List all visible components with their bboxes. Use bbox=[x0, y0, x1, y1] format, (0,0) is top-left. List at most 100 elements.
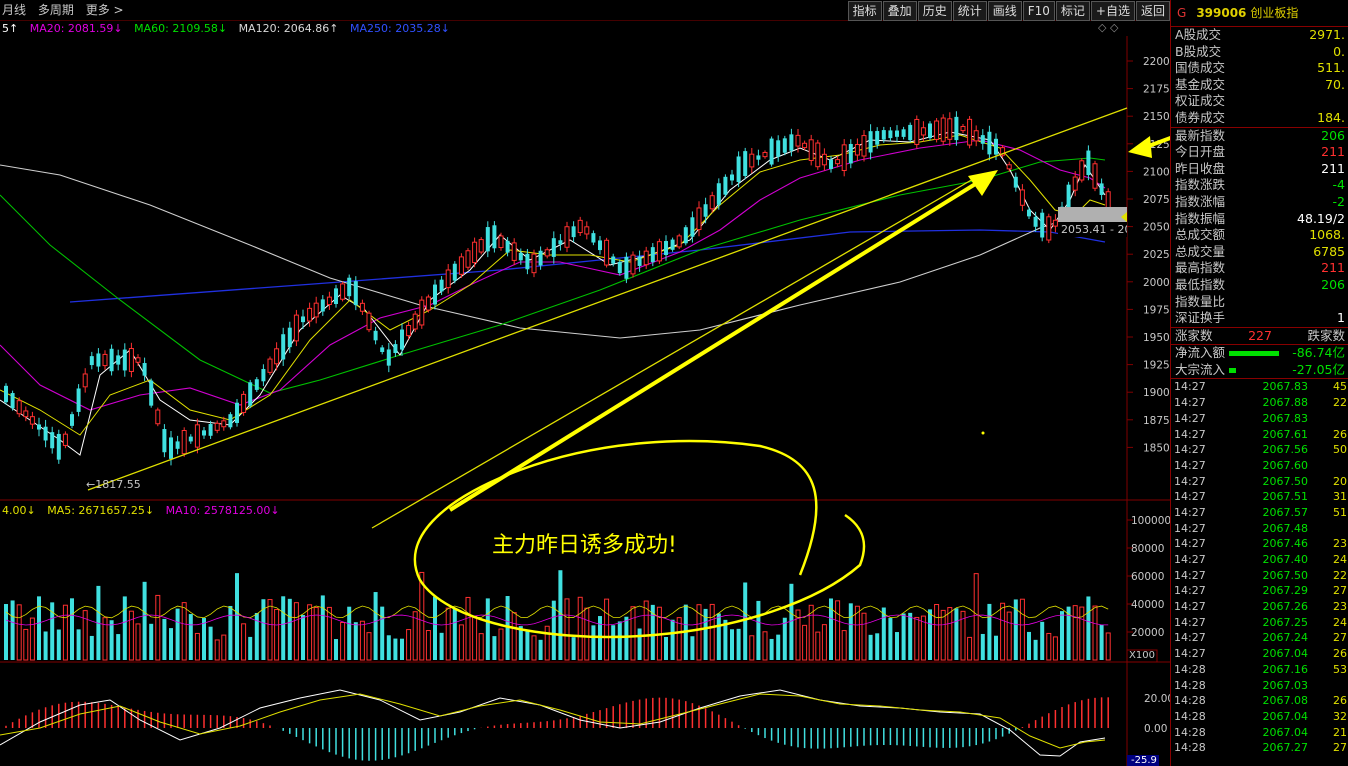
price-tick-label: 1850 bbox=[1143, 442, 1170, 454]
kline-chart[interactable]: 2200217521502125210020752050202520001975… bbox=[0, 20, 1170, 766]
tick-row: 14:27 2067.51 31 bbox=[1171, 489, 1348, 505]
stat-value: 1068. bbox=[1309, 227, 1345, 243]
quote-sidebar: G 399006 创业板指 A股成交 2971. B股成交 0. 国债成交 511. 基金成交 7… bbox=[1170, 0, 1348, 766]
overlay-button[interactable]: 叠加 bbox=[882, 1, 917, 21]
candle-body bbox=[980, 135, 985, 144]
volume-bar bbox=[611, 625, 616, 660]
candle-body bbox=[505, 240, 510, 253]
volume-bar bbox=[1040, 621, 1045, 660]
tick-price: 2067.51 bbox=[1262, 490, 1309, 504]
f10-button[interactable]: F10 bbox=[1022, 1, 1055, 21]
tick-price: 2067.04 bbox=[1262, 709, 1309, 723]
candle-body bbox=[914, 118, 920, 145]
candle-body bbox=[43, 426, 48, 441]
candle-body bbox=[254, 379, 259, 390]
volume-bar bbox=[782, 617, 787, 660]
volume-bar bbox=[380, 606, 385, 660]
stat-row: 总成交额 1068. bbox=[1171, 227, 1348, 244]
tick-time: 14:27 bbox=[1174, 411, 1206, 425]
volume-bar bbox=[848, 603, 853, 660]
volume-bar bbox=[841, 630, 847, 661]
annotation-arrow-shaft bbox=[448, 176, 987, 512]
tick-volume: 24 bbox=[1333, 553, 1347, 567]
candle-body bbox=[643, 250, 649, 266]
stat-label: B股成交 bbox=[1175, 43, 1222, 59]
candle-body bbox=[248, 382, 253, 406]
volume-bar bbox=[452, 608, 457, 660]
statistics-button[interactable]: 统计 bbox=[952, 1, 987, 21]
candle-body bbox=[960, 125, 966, 132]
tick-row: 14:28 2067.16 53 bbox=[1171, 662, 1348, 678]
tick-price: 2067.88 bbox=[1262, 396, 1309, 410]
index-name: 创业板指 bbox=[1250, 6, 1299, 20]
candle-body bbox=[571, 226, 576, 238]
multi-period-tab[interactable]: 多周期 bbox=[38, 3, 74, 17]
candle-body bbox=[511, 242, 517, 261]
tick-row: 14:27 2067.26 23 bbox=[1171, 599, 1348, 615]
tick-price: 2067.83 bbox=[1262, 380, 1309, 394]
candle-body bbox=[973, 130, 979, 142]
volume-bar bbox=[914, 616, 920, 661]
tick-volume: 22 bbox=[1333, 396, 1347, 410]
candle-body bbox=[425, 296, 431, 311]
flows-list: 净流入额 -86.74亿 大宗流入 -27.05亿 bbox=[1171, 344, 1348, 378]
candle-body bbox=[1086, 150, 1091, 176]
tick-row: 14:27 2067.57 51 bbox=[1171, 505, 1348, 521]
ma250-line bbox=[69, 229, 1106, 303]
tick-time: 14:27 bbox=[1174, 568, 1206, 582]
stat-row: 最高指数 211 bbox=[1171, 260, 1348, 277]
candle-body bbox=[888, 130, 893, 139]
stat-value: 6785 bbox=[1313, 243, 1345, 259]
history-button[interactable]: 历史 bbox=[917, 1, 952, 21]
candle-body bbox=[577, 219, 583, 234]
volume-bar bbox=[584, 607, 590, 661]
tick-row: 14:27 2067.88 22 bbox=[1171, 395, 1348, 411]
tick-row: 14:27 2067.04 26 bbox=[1171, 646, 1348, 662]
volume-bar bbox=[928, 609, 932, 660]
stat-label: 最低指数 bbox=[1175, 276, 1226, 292]
volume-bar bbox=[169, 628, 173, 660]
volume-bar bbox=[888, 618, 893, 660]
volume-bar bbox=[564, 598, 570, 661]
monthly-tab[interactable]: 月线 bbox=[2, 3, 26, 17]
stat-row: 指数振幅 48.19/2 bbox=[1171, 211, 1348, 228]
add-favorite-button[interactable]: +自选 bbox=[1090, 1, 1135, 21]
volume-bar bbox=[531, 635, 537, 661]
stat-value: 211 bbox=[1321, 144, 1345, 160]
volume-bar bbox=[1079, 606, 1085, 661]
candle-body bbox=[162, 429, 167, 453]
volume-bar bbox=[973, 573, 979, 661]
volume-bar bbox=[664, 636, 668, 660]
volume-bar bbox=[425, 630, 431, 661]
ma120-line bbox=[0, 164, 1101, 339]
price-range-box bbox=[1058, 207, 1127, 222]
tick-price: 2067.08 bbox=[1262, 694, 1309, 708]
back-button[interactable]: 返回 bbox=[1135, 1, 1170, 21]
volume-bar bbox=[511, 612, 517, 661]
price-tick-label: 2050 bbox=[1143, 222, 1170, 234]
tick-time: 14:27 bbox=[1174, 521, 1206, 535]
tick-volume: 23 bbox=[1333, 537, 1347, 551]
mark-button[interactable]: 标记 bbox=[1055, 1, 1090, 21]
candle-body bbox=[861, 135, 867, 157]
more-tab[interactable]: 更多 > bbox=[86, 3, 124, 17]
stat-value: 184. bbox=[1317, 109, 1345, 125]
candle-body bbox=[591, 233, 596, 243]
candle-body bbox=[617, 261, 622, 274]
draw-line-button[interactable]: 画线 bbox=[987, 1, 1022, 21]
volume-bar bbox=[756, 600, 761, 660]
volume-bar bbox=[934, 604, 940, 661]
stat-label: 总成交额 bbox=[1175, 227, 1226, 243]
volume-bar bbox=[815, 631, 821, 661]
stat-row: 深证换手 1 bbox=[1171, 310, 1348, 327]
volume-bar bbox=[307, 604, 313, 661]
candle-body bbox=[194, 424, 200, 448]
candle-body bbox=[116, 355, 121, 365]
tick-time: 14:28 bbox=[1174, 678, 1206, 692]
tick-time: 14:27 bbox=[1174, 615, 1206, 629]
candle-body bbox=[221, 420, 227, 428]
candle-body bbox=[1027, 209, 1031, 217]
tick-volume: 22 bbox=[1333, 568, 1347, 582]
volume-bar bbox=[248, 636, 253, 660]
indicator-button[interactable]: 指标 bbox=[847, 1, 882, 21]
